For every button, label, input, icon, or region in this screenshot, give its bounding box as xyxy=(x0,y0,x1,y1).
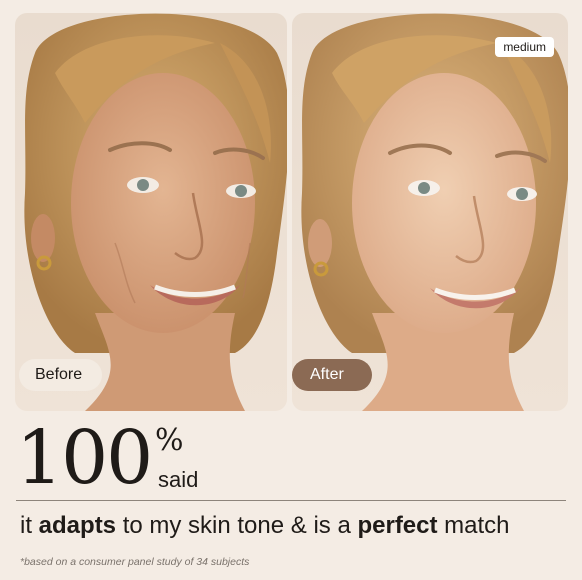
shade-badge: medium xyxy=(495,37,554,57)
claim-part-1: it xyxy=(20,512,39,539)
after-photo-panel: medium After xyxy=(292,13,568,411)
claim-part-2: to my skin tone & is a xyxy=(116,512,358,539)
divider xyxy=(16,500,566,501)
stat-percent-sign: % xyxy=(155,423,184,458)
after-label: After xyxy=(292,359,372,391)
before-photo xyxy=(15,13,287,411)
footnote: *based on a consumer panel study of 34 s… xyxy=(20,556,250,568)
claim-bold-adapts: adapts xyxy=(38,512,117,539)
stat-number: 100 xyxy=(16,415,153,501)
claim-part-3: match xyxy=(437,512,510,539)
claim-statement: it adapts to my skin tone & is a perfect… xyxy=(20,510,510,542)
claim-bold-perfect: perfect xyxy=(357,512,438,539)
before-label: Before xyxy=(19,359,103,391)
stat-said-label: said xyxy=(158,467,199,492)
after-photo xyxy=(292,13,568,411)
before-photo-panel: Before xyxy=(15,13,287,411)
